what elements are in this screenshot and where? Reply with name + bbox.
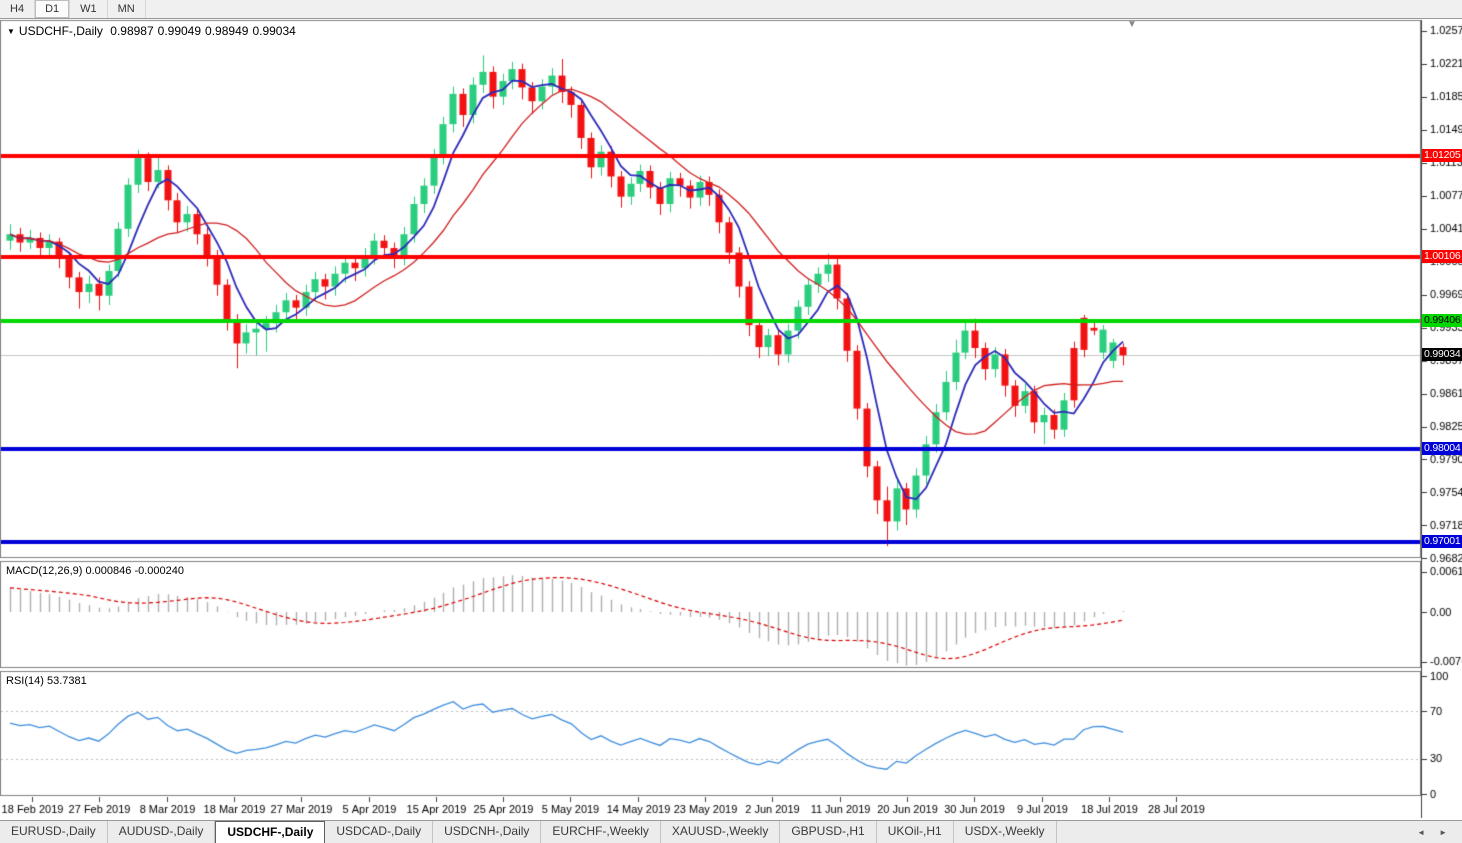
symbol-tab-audusd-daily[interactable]: AUDUSD-,Daily bbox=[108, 821, 216, 843]
macd-name: MACD(12,26,9) bbox=[6, 565, 82, 577]
symbol-tab-ukoil-h1[interactable]: UKOil-,H1 bbox=[877, 821, 954, 843]
ohlc-high: 0.99049 bbox=[158, 24, 201, 38]
chart-title: ▼ USDCHF-,Daily 0.98987 0.99049 0.98949 0.99… bbox=[7, 24, 300, 38]
rsi-value: 53.7381 bbox=[47, 675, 87, 687]
timeframe-button-w1[interactable]: W1 bbox=[70, 0, 108, 18]
symbol-tab-bar: EURUSD-,DailyAUDUSD-,DailyUSDCHF-,DailyU… bbox=[0, 820, 1462, 843]
price-badge-level: 0.99406 bbox=[1422, 314, 1462, 327]
price-badge-current-price: 0.99034 bbox=[1422, 348, 1462, 361]
timeframe-toolbar: H4D1W1MN bbox=[0, 0, 1462, 19]
tab-scroll-controls: ◄► bbox=[1410, 821, 1462, 843]
timeframe-button-mn[interactable]: MN bbox=[108, 0, 146, 18]
symbol-tab-eurusd-daily[interactable]: EURUSD-,Daily bbox=[0, 821, 108, 843]
symbol-tab-usdx-weekly[interactable]: USDX-,Weekly bbox=[954, 821, 1057, 843]
ohlc-close: 0.99034 bbox=[252, 24, 295, 38]
macd-signal-value: -0.000240 bbox=[134, 565, 184, 577]
symbol-tab-xauusd-weekly[interactable]: XAUUSD-,Weekly bbox=[661, 821, 780, 843]
rsi-indicator-label: RSI(14) 53.7381 bbox=[6, 675, 87, 687]
chart-symbol-label: USDCHF-,Daily bbox=[19, 24, 103, 38]
symbol-tab-eurchf-weekly[interactable]: EURCHF-,Weekly bbox=[541, 821, 660, 843]
price-badge-resistance: 1.01205 bbox=[1422, 149, 1462, 162]
symbol-tab-usdcnh-daily[interactable]: USDCNH-,Daily bbox=[433, 821, 541, 843]
tab-scroll-left-icon[interactable]: ◄ bbox=[1410, 828, 1432, 837]
timeframe-button-h4[interactable]: H4 bbox=[0, 0, 35, 18]
ohlc-low: 0.98949 bbox=[205, 24, 248, 38]
ohlc-open: 0.98987 bbox=[110, 24, 153, 38]
tab-scroll-right-icon[interactable]: ► bbox=[1432, 828, 1454, 837]
symbol-tab-gbpusd-h1[interactable]: GBPUSD-,H1 bbox=[780, 821, 876, 843]
price-badge-resistance: 1.00106 bbox=[1422, 250, 1462, 263]
price-badge-support: 0.97001 bbox=[1422, 535, 1462, 548]
price-chart-canvas[interactable] bbox=[0, 0, 1462, 842]
trading-app-window: { "toolbar": { "timeframes": [ {"label":… bbox=[0, 0, 1462, 842]
macd-main-value: 0.000846 bbox=[85, 565, 131, 577]
price-badge-support: 0.98004 bbox=[1422, 442, 1462, 455]
chart-dropdown-icon[interactable]: ▼ bbox=[7, 27, 15, 36]
chart-shift-marker-icon[interactable]: ▼ bbox=[1127, 19, 1137, 30]
rsi-name: RSI(14) bbox=[6, 675, 44, 687]
symbol-tab-usdcad-daily[interactable]: USDCAD-,Daily bbox=[325, 821, 433, 843]
timeframe-button-d1[interactable]: D1 bbox=[35, 0, 70, 18]
symbol-tab-usdchf-daily[interactable]: USDCHF-,Daily bbox=[215, 821, 325, 843]
macd-indicator-label: MACD(12,26,9) 0.000846 -0.000240 bbox=[6, 565, 184, 577]
